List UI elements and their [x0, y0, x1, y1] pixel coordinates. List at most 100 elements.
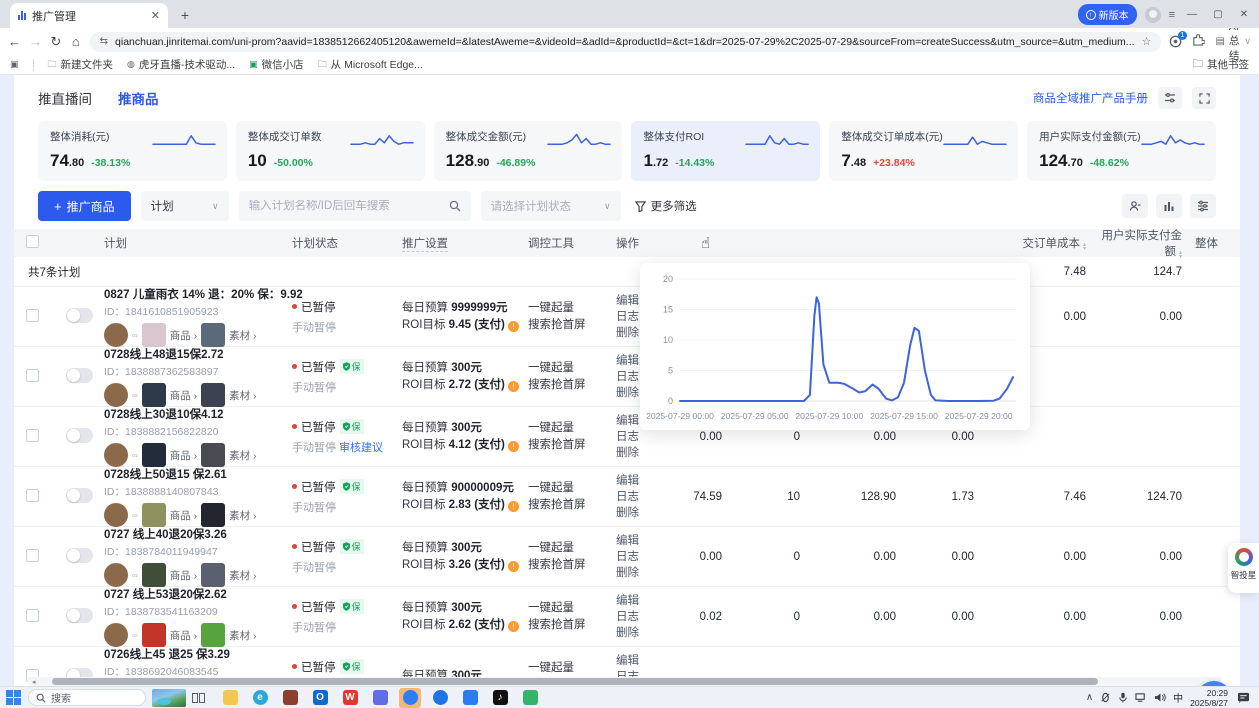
- browser-avatar[interactable]: [1145, 7, 1161, 23]
- douyin-icon[interactable]: ♪: [489, 688, 511, 708]
- row-checkbox[interactable]: [26, 489, 39, 502]
- row-toggle[interactable]: [66, 548, 93, 563]
- product-link[interactable]: 商品 ›: [170, 568, 197, 583]
- plan-type-select[interactable]: 计划∨: [141, 191, 229, 221]
- tool-link[interactable]: 一键起量: [528, 540, 616, 557]
- stat-card[interactable]: 整体成交金额(元) 128.90 -46.89%: [434, 121, 623, 181]
- row-checkbox[interactable]: [26, 309, 39, 322]
- info-icon[interactable]: !: [508, 561, 519, 572]
- info-icon[interactable]: !: [508, 621, 519, 632]
- action-link[interactable]: 删除: [616, 505, 668, 521]
- row-checkbox[interactable]: [26, 609, 39, 622]
- plan-title[interactable]: 0728线上48退15保2.72: [104, 346, 292, 362]
- assistant-widget[interactable]: 智投星: [1228, 543, 1259, 593]
- horizontal-scrollbar[interactable]: ◂ ▸: [28, 677, 1221, 686]
- plan-title[interactable]: 0726线上45 退25 保3.29: [104, 646, 292, 662]
- action-link[interactable]: 日志: [616, 609, 668, 625]
- task-view-icon[interactable]: [192, 693, 205, 703]
- notification-icon[interactable]: [1235, 691, 1251, 705]
- green-app-icon[interactable]: [519, 688, 541, 708]
- puzzle-icon[interactable]: [1192, 33, 1205, 51]
- tool-link[interactable]: 搜索抢首屏: [528, 437, 616, 454]
- tool-link[interactable]: 搜索抢首屏: [528, 497, 616, 514]
- tool-link[interactable]: 一键起量: [528, 300, 616, 317]
- info-icon[interactable]: !: [508, 321, 519, 332]
- settings-sliders-icon[interactable]: [1190, 194, 1216, 218]
- row-checkbox[interactable]: [26, 369, 39, 382]
- wps-icon[interactable]: W: [339, 688, 361, 708]
- stat-card[interactable]: 整体成交订单数 10 -50.00%: [236, 121, 425, 181]
- url-field[interactable]: ⇆ qianchuan.jinritemai.com/uni-prom?aavi…: [90, 32, 1162, 52]
- product-link[interactable]: 商品 ›: [170, 448, 197, 463]
- taskbar-clock[interactable]: 20:29 2025/8/27: [1190, 688, 1228, 708]
- extension-icon[interactable]: 1: [1169, 35, 1182, 49]
- blue-circle-icon[interactable]: [429, 688, 451, 708]
- action-link[interactable]: 编辑: [616, 533, 668, 549]
- bookmark-item[interactable]: ▣微信小店: [249, 57, 304, 73]
- ime-indicator[interactable]: 中: [1173, 690, 1183, 705]
- product-link[interactable]: 商品 ›: [170, 328, 197, 343]
- forward-icon[interactable]: →: [29, 34, 42, 49]
- header-user-pay[interactable]: 用户实际支付金额▴▾: [1096, 227, 1192, 259]
- page-tab-live-room[interactable]: 推直播间: [38, 88, 92, 108]
- widgets-weather-icon[interactable]: [152, 689, 186, 707]
- stat-card[interactable]: 整体支付ROI 1.72 -14.43%: [631, 121, 820, 181]
- scroll-left-icon[interactable]: ◂: [32, 678, 36, 686]
- tray-chevron-icon[interactable]: ∧: [1086, 692, 1093, 703]
- side-panel-icon[interactable]: ▣: [10, 59, 19, 70]
- select-all-checkbox[interactable]: [26, 235, 39, 248]
- new-version-button[interactable]: ↑新版本: [1078, 4, 1137, 25]
- tray-network-icon[interactable]: [1135, 692, 1147, 703]
- start-button[interactable]: [4, 689, 22, 707]
- action-link[interactable]: 日志: [616, 549, 668, 565]
- tool-link[interactable]: 搜索抢首屏: [528, 317, 616, 334]
- plan-status-select[interactable]: 请选择计划状态∨: [481, 191, 621, 221]
- header-order-cost[interactable]: 交订单成本▴▾: [984, 235, 1096, 251]
- bookmark-item[interactable]: ◍虎牙直播-技术驱动...: [127, 57, 235, 73]
- product-link[interactable]: 商品 ›: [170, 508, 197, 523]
- columns-chart-icon[interactable]: [1156, 194, 1182, 218]
- plan-title[interactable]: 0728线上50退15 保2.61: [104, 466, 292, 482]
- plan-title[interactable]: 0728线上30退10保4.12: [104, 406, 292, 422]
- action-link[interactable]: 删除: [616, 445, 668, 461]
- action-link[interactable]: 编辑: [616, 593, 668, 609]
- scrollbar-thumb[interactable]: [52, 678, 1098, 685]
- qianchuan-icon[interactable]: [399, 688, 421, 708]
- search-input[interactable]: [249, 200, 441, 212]
- tray-mouse-icon[interactable]: [1100, 692, 1111, 703]
- stat-card[interactable]: 整体消耗(元) 74.80 -38.13%: [38, 121, 227, 181]
- bookmark-star-icon[interactable]: ☆: [1142, 35, 1152, 48]
- page-tab-product[interactable]: 推商品: [118, 88, 159, 108]
- tool-link[interactable]: 搜索抢首屏: [528, 377, 616, 394]
- site-settings-icon[interactable]: ⇆: [100, 36, 108, 47]
- minimize-button[interactable]: —: [1183, 9, 1201, 20]
- taskbar-search[interactable]: 搜索: [28, 689, 146, 706]
- product-manual-link[interactable]: 商品全域推广产品手册: [1033, 90, 1148, 106]
- row-checkbox[interactable]: [26, 549, 39, 562]
- tool-link[interactable]: 一键起量: [528, 420, 616, 437]
- edge-icon[interactable]: e: [249, 688, 271, 708]
- new-tab-button[interactable]: +: [174, 4, 196, 26]
- row-toggle[interactable]: [66, 368, 93, 383]
- stat-card[interactable]: 整体成交订单成本(元) 7.48 +23.84%: [829, 121, 1018, 181]
- info-icon[interactable]: !: [508, 381, 519, 392]
- tool-link[interactable]: 一键起量: [528, 660, 616, 677]
- action-link[interactable]: 删除: [616, 565, 668, 581]
- action-link[interactable]: 删除: [616, 625, 668, 641]
- browser-tab[interactable]: 推广管理 ✕: [10, 3, 168, 28]
- material-link[interactable]: 素材 ›: [229, 448, 256, 463]
- app-purple-icon[interactable]: [369, 688, 391, 708]
- outlook-icon[interactable]: O: [309, 688, 331, 708]
- stat-card[interactable]: 用户实际支付金额(元) 124.70 -48.62%: [1027, 121, 1216, 181]
- row-toggle[interactable]: [66, 428, 93, 443]
- maximize-button[interactable]: ▢: [1209, 9, 1227, 20]
- promote-product-button[interactable]: +推广商品: [38, 191, 131, 221]
- info-icon[interactable]: !: [508, 441, 519, 452]
- material-link[interactable]: 素材 ›: [229, 388, 256, 403]
- other-bookmarks-button[interactable]: 🗀其他书签: [1193, 56, 1250, 74]
- search-icon[interactable]: [449, 200, 461, 212]
- row-checkbox[interactable]: [26, 429, 39, 442]
- bookmark-item[interactable]: 🗀新建文件夹: [48, 57, 114, 73]
- plan-title[interactable]: 0827 儿童雨衣 14% 退：20% 保：9.92: [104, 286, 292, 302]
- browser-menu-icon[interactable]: ≡: [1169, 9, 1175, 21]
